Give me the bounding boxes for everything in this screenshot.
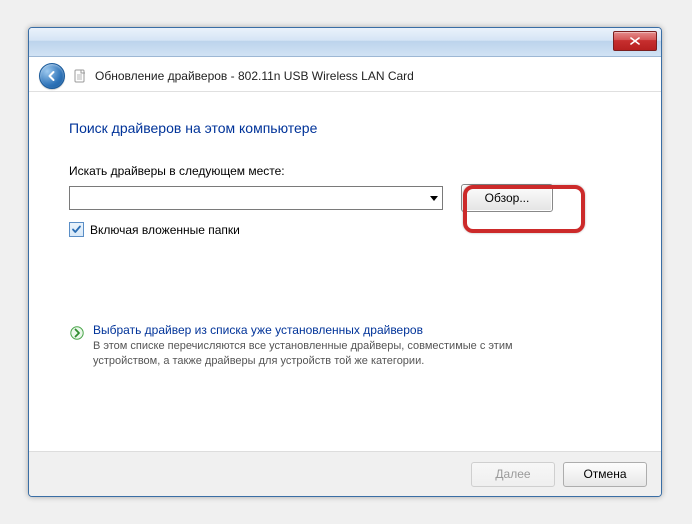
path-input[interactable] (70, 187, 426, 209)
path-row: Обзор... (69, 184, 621, 212)
select-driver-link-title: Выбрать драйвер из списка уже установлен… (93, 323, 563, 337)
footer: Далее Отмена (29, 451, 661, 496)
close-button[interactable] (613, 31, 657, 51)
cancel-button-label: Отмена (583, 467, 626, 481)
select-driver-link-text: Выбрать драйвер из списка уже установлен… (93, 323, 563, 369)
document-icon (73, 68, 87, 84)
select-driver-link[interactable]: Выбрать драйвер из списка уже установлен… (69, 323, 621, 369)
arrow-right-icon (69, 325, 85, 341)
page-heading: Поиск драйверов на этом компьютере (69, 120, 621, 136)
check-icon (71, 224, 82, 235)
path-combobox[interactable] (69, 186, 443, 210)
search-location-label: Искать драйверы в следующем месте: (69, 164, 621, 178)
dropdown-button[interactable] (426, 188, 442, 208)
include-subfolders-label: Включая вложенные папки (90, 223, 240, 237)
include-subfolders-checkbox[interactable] (69, 222, 84, 237)
close-icon (630, 37, 640, 45)
select-driver-link-desc: В этом списке перечисляются все установл… (93, 339, 563, 369)
titlebar (29, 28, 661, 57)
window-title: Обновление драйверов - 802.11n USB Wirel… (95, 69, 414, 83)
chevron-down-icon (430, 196, 438, 201)
next-button[interactable]: Далее (471, 462, 555, 487)
browse-button[interactable]: Обзор... (461, 184, 553, 212)
wizard-window: Обновление драйверов - 802.11n USB Wirel… (28, 27, 662, 497)
cancel-button[interactable]: Отмена (563, 462, 647, 487)
next-button-label: Далее (495, 467, 530, 481)
back-arrow-icon (46, 70, 58, 82)
content-area: Поиск драйверов на этом компьютере Искат… (29, 92, 661, 444)
back-button[interactable] (39, 63, 65, 89)
include-subfolders-row: Включая вложенные папки (69, 222, 621, 237)
browse-button-label: Обзор... (485, 191, 530, 205)
header-row: Обновление драйверов - 802.11n USB Wirel… (29, 57, 661, 92)
